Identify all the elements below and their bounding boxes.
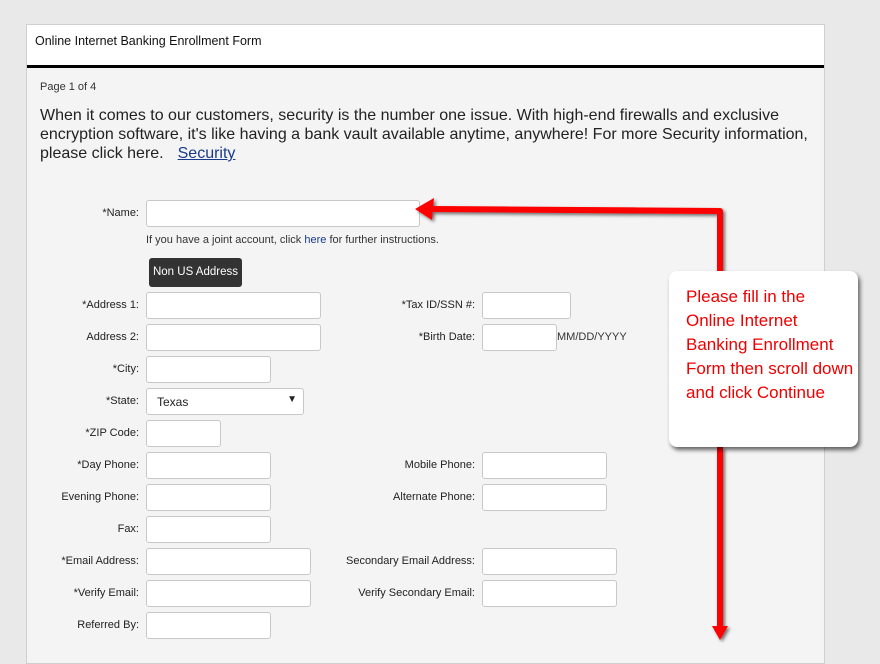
secondary-email-label: Secondary Email Address: bbox=[345, 555, 475, 567]
fax-input[interactable] bbox=[146, 516, 271, 543]
verify-email-label: *Verify Email: bbox=[73, 587, 139, 599]
state-selected-value: Texas bbox=[157, 395, 189, 409]
verify-email-input[interactable] bbox=[146, 580, 311, 607]
intro-body: When it comes to our customers, security… bbox=[40, 107, 808, 162]
joint-hint-text-end: for further instructions. bbox=[326, 234, 439, 246]
state-label: *State: bbox=[105, 395, 139, 407]
mobile-phone-input[interactable] bbox=[482, 452, 607, 479]
tax-id-label: *Tax ID/SSN #: bbox=[401, 299, 475, 311]
referred-by-input[interactable] bbox=[146, 612, 271, 639]
city-label: *City: bbox=[112, 363, 139, 375]
state-select[interactable]: Texas ▼ bbox=[146, 388, 304, 415]
instruction-callout: Please fill in the Online Internet Banki… bbox=[669, 271, 858, 447]
non-us-address-button[interactable]: Non US Address bbox=[149, 258, 242, 287]
city-input[interactable] bbox=[146, 356, 271, 383]
secondary-email-input[interactable] bbox=[482, 548, 617, 575]
verify-secondary-email-input[interactable] bbox=[482, 580, 617, 607]
panel-header: Online Internet Banking Enrollment Form bbox=[27, 25, 824, 68]
joint-account-here-link[interactable]: here bbox=[304, 234, 326, 246]
dropdown-caret-icon: ▼ bbox=[287, 394, 297, 405]
verify-secondary-email-label: Verify Secondary Email: bbox=[358, 587, 475, 599]
zip-input[interactable] bbox=[146, 420, 221, 447]
mobile-phone-label: Mobile Phone: bbox=[404, 459, 475, 471]
referred-by-label: Referred By: bbox=[77, 619, 139, 631]
tax-id-input[interactable] bbox=[482, 292, 571, 319]
birth-date-input[interactable] bbox=[482, 324, 557, 351]
day-phone-input[interactable] bbox=[146, 452, 271, 479]
address2-label: Address 2: bbox=[86, 331, 139, 343]
page-indicator: Page 1 of 4 bbox=[40, 81, 97, 93]
address1-label: *Address 1: bbox=[82, 299, 139, 311]
form-title: Online Internet Banking Enrollment Form bbox=[35, 34, 262, 48]
day-phone-label: *Day Phone: bbox=[77, 459, 139, 471]
name-input[interactable] bbox=[146, 200, 420, 227]
evening-phone-label: Evening Phone: bbox=[61, 491, 139, 503]
joint-account-hint: If you have a joint account, click here … bbox=[146, 234, 439, 246]
birth-date-format-hint: MM/DD/YYYY bbox=[557, 331, 627, 343]
email-label: *Email Address: bbox=[61, 555, 139, 567]
security-link[interactable]: Security bbox=[178, 145, 236, 162]
birth-date-label: *Birth Date: bbox=[418, 331, 475, 343]
address1-input[interactable] bbox=[146, 292, 321, 319]
fax-label: Fax: bbox=[117, 523, 139, 535]
joint-hint-text: If you have a joint account, click bbox=[146, 234, 305, 246]
evening-phone-input[interactable] bbox=[146, 484, 271, 511]
alternate-phone-label: Alternate Phone: bbox=[393, 491, 475, 503]
name-label: *Name: bbox=[102, 207, 139, 219]
intro-text: When it comes to our customers, security… bbox=[40, 106, 820, 163]
email-input[interactable] bbox=[146, 548, 311, 575]
alternate-phone-input[interactable] bbox=[482, 484, 607, 511]
zip-label: *ZIP Code: bbox=[85, 427, 139, 439]
address2-input[interactable] bbox=[146, 324, 321, 351]
